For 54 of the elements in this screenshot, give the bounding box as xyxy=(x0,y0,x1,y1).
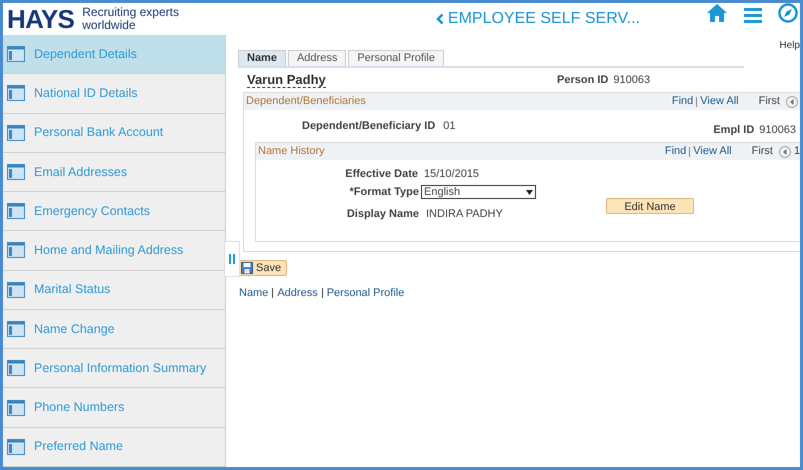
field-label: Dependent/Beneficiary ID xyxy=(302,118,436,134)
page-icon xyxy=(7,164,25,180)
footer-link[interactable]: Name xyxy=(239,285,268,302)
footer-link[interactable]: Personal Profile xyxy=(326,285,404,302)
page-icon xyxy=(7,438,25,455)
page-icon xyxy=(7,124,25,141)
page-icon xyxy=(7,320,25,337)
find-link[interactable]: Find xyxy=(672,93,694,110)
home-icon[interactable] xyxy=(706,3,728,23)
find-link[interactable]: Find xyxy=(664,143,686,160)
format-dropdown[interactable]: English xyxy=(421,185,536,199)
field-label: Display Name xyxy=(346,206,419,222)
back-link[interactable]: EMPLOYEE SELF SERV... xyxy=(436,7,640,31)
menu-icon[interactable] xyxy=(744,7,762,23)
section-title: Dependent/Beneficiaries xyxy=(246,94,366,110)
field-value: INDIRA PADHY xyxy=(426,206,503,222)
compass-icon[interactable] xyxy=(778,3,798,23)
field-label: *Format Type xyxy=(348,184,419,200)
field-label: Empl ID xyxy=(713,122,754,138)
tagline: worldwide xyxy=(82,19,137,32)
view-all-link[interactable]: View All xyxy=(693,143,732,160)
previous-icon[interactable] xyxy=(786,96,798,108)
field-value: 15/10/2015 xyxy=(424,166,480,182)
field-value: 01 xyxy=(443,118,456,134)
tab[interactable]: Name xyxy=(238,50,286,66)
row-count: 1 xyxy=(794,144,800,160)
page-icon xyxy=(7,360,25,376)
field-label: Effective Date xyxy=(344,166,418,182)
dropdown-arrow-icon xyxy=(526,190,533,194)
first-label: First xyxy=(752,144,773,160)
page-icon xyxy=(7,242,25,258)
page-icon xyxy=(7,46,25,62)
save-button[interactable]: Save xyxy=(238,260,288,276)
collapse-handle-icon[interactable] xyxy=(229,254,235,264)
page-icon xyxy=(7,282,25,298)
view-all-link[interactable]: View All xyxy=(700,93,739,110)
person-name: Varun Padhy xyxy=(247,72,326,88)
section-title: Name History xyxy=(258,144,325,160)
help-link[interactable]: Help xyxy=(779,38,800,53)
tab[interactable]: Personal Profile xyxy=(348,50,444,66)
field-label: Person ID xyxy=(557,72,608,88)
page-icon xyxy=(7,203,25,220)
field-value: 910063 xyxy=(613,72,650,88)
first-label: First xyxy=(758,94,780,110)
previous-icon[interactable] xyxy=(779,146,791,158)
tagline: Recruiting experts xyxy=(82,6,179,19)
brand-logo: HAYS xyxy=(7,6,74,32)
edit-name-button[interactable]: Edit Name xyxy=(606,198,694,214)
page-icon xyxy=(7,400,25,416)
field-value: 910063 xyxy=(759,122,796,138)
tab[interactable]: Address xyxy=(288,50,346,66)
footer-link[interactable]: Address xyxy=(277,285,318,302)
page-icon xyxy=(7,85,25,102)
back-icon xyxy=(436,13,444,25)
